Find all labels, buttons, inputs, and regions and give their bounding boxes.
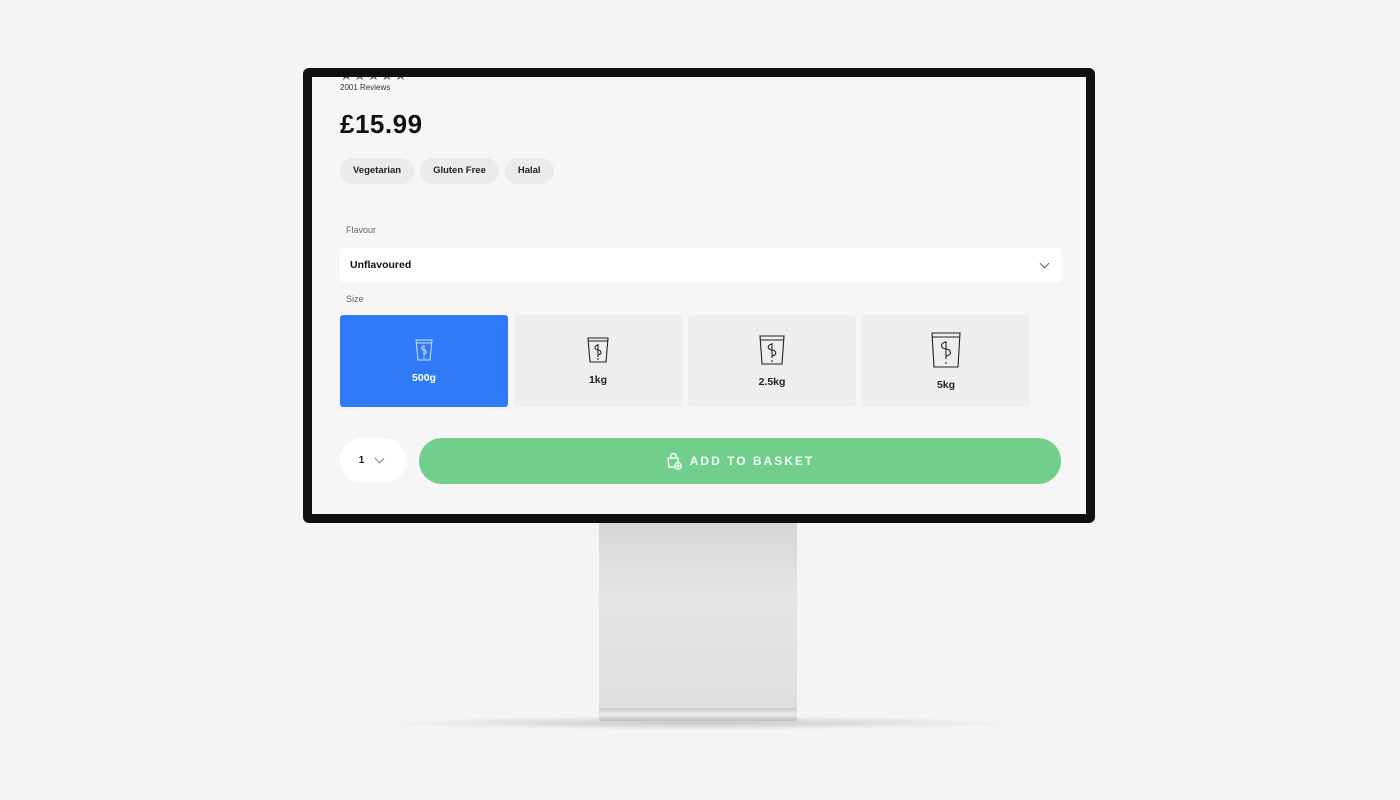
size-option-label: 5kg xyxy=(936,379,956,391)
product-price: £15.99 xyxy=(340,109,423,139)
size-option-1kg[interactable]: 1kg xyxy=(514,315,682,407)
flavour-select[interactable]: Unflavoured xyxy=(340,248,1062,282)
dietary-tags: Vegetarian Gluten Free Halal xyxy=(340,158,554,184)
size-option-label: 500g xyxy=(412,372,436,384)
size-option-label: 2.5kg xyxy=(758,376,786,388)
size-option-5kg[interactable]: 5kg xyxy=(862,315,1030,407)
screen: ★★★★★ 2001 Reviews £15.99 Vegetarian Glu… xyxy=(312,77,1086,514)
monitor-stand-base xyxy=(599,708,797,721)
reviews-count[interactable]: 2001 Reviews xyxy=(340,83,390,92)
basket-add-icon xyxy=(666,452,682,470)
tag-halal: Halal xyxy=(504,158,554,184)
size-option-label: 1kg xyxy=(588,374,608,386)
pouch-icon xyxy=(931,332,961,368)
flavour-label: Flavour xyxy=(346,225,377,235)
tag-gluten-free: Gluten Free xyxy=(420,158,499,184)
chevron-down-icon xyxy=(374,453,385,464)
add-to-basket-label: ADD TO BASKET xyxy=(689,454,815,468)
size-options: 500g 1kg 2.5kg 5kg xyxy=(340,315,1030,407)
monitor: ★★★★★ 2001 Reviews £15.99 Vegetarian Glu… xyxy=(303,68,1095,523)
flavour-selected-value: Unflavoured xyxy=(350,259,412,271)
pouch-icon xyxy=(759,335,785,365)
size-label: Size xyxy=(346,294,364,304)
pouch-icon xyxy=(415,339,433,361)
quantity-value: 1 xyxy=(358,455,365,466)
pouch-icon xyxy=(587,337,609,363)
tag-vegetarian: Vegetarian xyxy=(340,158,415,184)
chevron-down-icon xyxy=(1039,258,1050,268)
add-to-basket-button[interactable]: ADD TO BASKET xyxy=(419,438,1061,484)
size-option-500g[interactable]: 500g xyxy=(340,315,508,407)
quantity-select[interactable]: 1 xyxy=(340,438,406,483)
monitor-stand xyxy=(599,523,797,711)
size-option-2-5kg[interactable]: 2.5kg xyxy=(688,315,856,407)
